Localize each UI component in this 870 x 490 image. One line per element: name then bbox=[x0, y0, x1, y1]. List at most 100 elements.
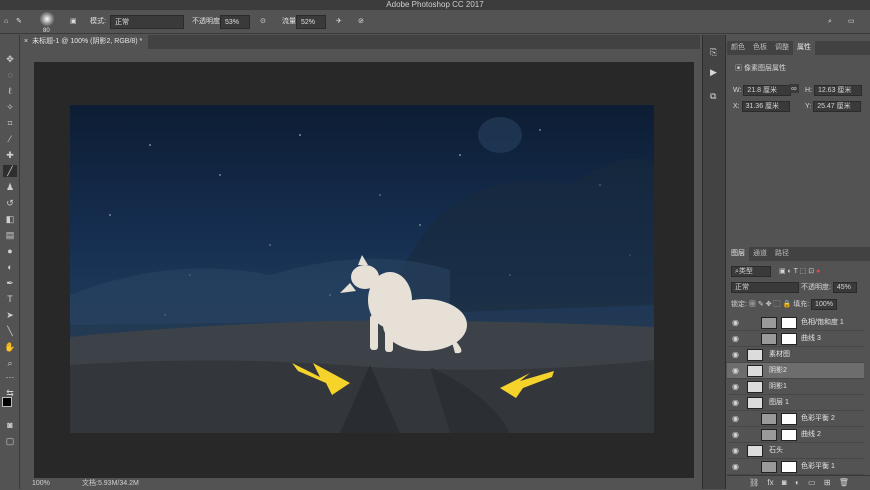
adjustment-thumbnail[interactable] bbox=[761, 461, 777, 473]
lock-pixels-icon[interactable]: ▦ bbox=[749, 301, 756, 308]
filter-pixel-icon[interactable]: ▣ bbox=[779, 268, 786, 275]
doc-size[interactable]: 文档:5.93M/34.2M bbox=[82, 478, 139, 489]
layer-row[interactable]: ◉ 曲线 3 bbox=[727, 331, 864, 347]
visibility-eye-icon[interactable]: ◉ bbox=[732, 427, 739, 443]
visibility-eye-icon[interactable]: ◉ bbox=[732, 347, 739, 363]
adjustment-thumbnail[interactable] bbox=[761, 413, 777, 425]
brush-preset-icon[interactable]: ✎ bbox=[16, 15, 22, 29]
adjustment-thumbnail[interactable] bbox=[761, 333, 777, 345]
adjustment-thumbnail[interactable] bbox=[761, 429, 777, 441]
eraser-tool-icon[interactable]: ◧ bbox=[3, 213, 17, 225]
visibility-eye-icon[interactable]: ◉ bbox=[732, 363, 739, 379]
tab-color[interactable]: 颜色 bbox=[727, 41, 749, 55]
dodge-tool-icon[interactable]: ◐ bbox=[3, 261, 17, 273]
layer-row[interactable]: ◉ 色彩平衡 2 bbox=[727, 411, 864, 427]
lasso-tool-icon[interactable]: ℓ bbox=[3, 85, 17, 97]
trash-icon[interactable]: 🗑 bbox=[839, 478, 849, 487]
visibility-eye-icon[interactable]: ◉ bbox=[732, 395, 739, 411]
opacity-input[interactable]: 53% bbox=[220, 15, 250, 29]
close-icon[interactable]: × bbox=[24, 38, 28, 45]
mask-thumbnail[interactable] bbox=[781, 317, 797, 329]
pressure-size-icon[interactable]: ⊘ bbox=[358, 15, 364, 29]
fx-icon[interactable]: fx bbox=[767, 478, 773, 487]
canvas-image[interactable] bbox=[70, 105, 654, 433]
path-select-tool-icon[interactable]: ➤ bbox=[3, 309, 17, 321]
zoom-level[interactable]: 100% bbox=[32, 478, 50, 489]
mask-thumbnail[interactable] bbox=[781, 333, 797, 345]
clone-source-icon[interactable]: ⧉ bbox=[710, 91, 716, 102]
mask-thumbnail[interactable] bbox=[781, 413, 797, 425]
x-field[interactable]: 31.36 厘米 bbox=[741, 101, 790, 112]
eyedropper-tool-icon[interactable]: ⁄ bbox=[3, 133, 17, 145]
pressure-opacity-icon[interactable]: ⊙ bbox=[260, 15, 266, 29]
width-field[interactable]: 21.8 厘米 bbox=[743, 85, 792, 96]
layer-row[interactable]: ◉ 阴影2 bbox=[727, 363, 864, 379]
visibility-eye-icon[interactable]: ◉ bbox=[732, 443, 739, 459]
visibility-eye-icon[interactable]: ◉ bbox=[732, 379, 739, 395]
layer-filter-select[interactable]: ⌕类型 bbox=[731, 266, 771, 277]
tab-layers[interactable]: 图层 bbox=[727, 247, 749, 261]
workspace-icon[interactable]: ▭ bbox=[848, 15, 855, 29]
layer-thumbnail[interactable] bbox=[747, 381, 763, 393]
filter-type-icon[interactable]: T bbox=[794, 268, 798, 275]
marquee-tool-icon[interactable]: ◌ bbox=[3, 69, 17, 81]
pen-tool-icon[interactable]: ✒ bbox=[3, 277, 17, 289]
gradient-tool-icon[interactable]: ▤ bbox=[3, 229, 17, 241]
tab-paths[interactable]: 路径 bbox=[771, 247, 793, 261]
brush-tool-icon[interactable]: ╱ bbox=[3, 165, 17, 177]
history-icon[interactable]: ⎘ bbox=[710, 47, 717, 58]
lock-artboard-icon[interactable]: ⬚ bbox=[774, 301, 781, 308]
fill-input[interactable]: 100% bbox=[811, 299, 838, 310]
filter-toggle-icon[interactable]: ● bbox=[816, 268, 820, 275]
visibility-eye-icon[interactable]: ◉ bbox=[732, 315, 739, 331]
layer-thumbnail[interactable] bbox=[747, 445, 763, 457]
more-tools-icon[interactable]: ⋯ bbox=[3, 371, 17, 383]
quick-select-tool-icon[interactable]: ✧ bbox=[3, 101, 17, 113]
document-tab[interactable]: × 未标题-1 @ 100% (阴影2, RGB/8) * bbox=[20, 35, 148, 49]
adjustment-thumbnail[interactable] bbox=[761, 317, 777, 329]
tab-channels[interactable]: 通道 bbox=[749, 247, 771, 261]
link-icon[interactable]: ∞ bbox=[789, 84, 799, 93]
play-action-icon[interactable]: ▶ bbox=[710, 67, 717, 78]
filter-shape-icon[interactable]: ⬚ bbox=[800, 268, 807, 275]
mask-icon[interactable]: ◙ bbox=[782, 478, 787, 487]
filter-adjust-icon[interactable]: ◐ bbox=[788, 268, 792, 275]
zoom-tool-icon[interactable]: ⌕ bbox=[3, 357, 17, 369]
home-icon[interactable]: ⌂ bbox=[4, 15, 8, 29]
history-brush-tool-icon[interactable]: ↺ bbox=[3, 197, 17, 209]
lock-all-icon[interactable]: 🔒 bbox=[782, 301, 791, 308]
quick-mask-icon[interactable]: ◙ bbox=[3, 419, 17, 431]
layer-thumbnail[interactable] bbox=[747, 397, 763, 409]
tab-properties[interactable]: 属性 bbox=[793, 41, 815, 55]
tab-swatches[interactable]: 色板 bbox=[749, 41, 771, 55]
layer-row[interactable]: ◉ 色相/饱和度 1 bbox=[727, 315, 864, 331]
layer-thumbnail[interactable] bbox=[747, 349, 763, 361]
tab-adjustments[interactable]: 调整 bbox=[771, 41, 793, 55]
mask-thumbnail[interactable] bbox=[781, 429, 797, 441]
hand-tool-icon[interactable]: ✋ bbox=[3, 341, 17, 353]
foreground-color[interactable] bbox=[2, 397, 12, 407]
blur-tool-icon[interactable]: ● bbox=[3, 245, 17, 257]
visibility-eye-icon[interactable]: ◉ bbox=[732, 411, 739, 427]
lock-paint-icon[interactable]: ✎ bbox=[758, 301, 764, 308]
adjustment-layer-icon[interactable]: ◐ bbox=[795, 478, 800, 487]
visibility-eye-icon[interactable]: ◉ bbox=[732, 459, 739, 475]
blend-mode-select[interactable]: 正常 bbox=[731, 282, 799, 293]
type-tool-icon[interactable]: T bbox=[3, 293, 17, 305]
layer-row[interactable]: ◉ 石头 bbox=[727, 443, 864, 459]
line-tool-icon[interactable]: ╲ bbox=[3, 325, 17, 337]
stamp-tool-icon[interactable]: ♟ bbox=[3, 181, 17, 193]
layer-row[interactable]: ◉ 素材图 bbox=[727, 347, 864, 363]
mask-thumbnail[interactable] bbox=[781, 461, 797, 473]
brush-panel-icon[interactable]: ▣ bbox=[70, 15, 77, 29]
visibility-eye-icon[interactable]: ◉ bbox=[732, 331, 739, 347]
mode-select[interactable]: 正常 bbox=[110, 15, 184, 29]
layer-row[interactable]: ◉ 图层 1 bbox=[727, 395, 864, 411]
move-tool-icon[interactable]: ✥ bbox=[3, 53, 17, 65]
search-icon[interactable]: ⌕ bbox=[828, 15, 832, 29]
layer-opacity-input[interactable]: 45% bbox=[832, 282, 857, 293]
layer-thumbnail[interactable] bbox=[747, 365, 763, 377]
layer-row[interactable]: ◉ 阴影1 bbox=[727, 379, 864, 395]
layer-row[interactable]: ◉ 曲线 2 bbox=[727, 427, 864, 443]
lock-position-icon[interactable]: ✥ bbox=[766, 301, 772, 308]
